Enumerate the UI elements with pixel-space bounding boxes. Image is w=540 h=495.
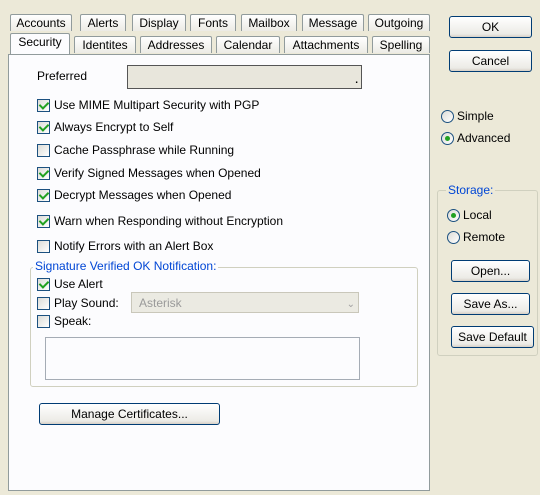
option-label: Cache Passphrase while Running [54,143,235,157]
radio[interactable] [447,208,460,222]
chevron-down-icon: ⌄ [346,299,355,310]
checkbox[interactable] [37,277,50,291]
option-label: Always Encrypt to Self [54,120,174,134]
play-sound[interactable]: Play Sound: [37,295,119,311]
sound-select-value: Asterisk [139,296,182,310]
tab-outgoing[interactable]: Outgoing [368,14,430,31]
storage-local-label: Local [463,208,492,222]
option-mime-pgp[interactable]: Use MIME Multipart Security with PGP [37,97,259,113]
chevron-down-icon: . [355,75,358,86]
tab-calendar[interactable]: Calendar [216,36,280,53]
tab-addresses[interactable]: Addresses [140,36,212,53]
checkbox[interactable] [37,98,50,112]
use-alert-label: Use Alert [54,277,103,291]
mode-simple-label: Simple [457,109,494,123]
ok-button[interactable]: OK [449,16,532,38]
sound-select[interactable]: Asterisk ⌄ [131,292,359,313]
option-warn-no-encryption[interactable]: Warn when Responding without Encryption [37,213,283,229]
tab-message[interactable]: Message [302,14,364,31]
checkbox[interactable] [37,239,50,253]
preferred-select[interactable]: . [127,65,362,89]
save-as-button[interactable]: Save As... [451,293,530,315]
tab-accounts[interactable]: Accounts [10,14,72,31]
radio[interactable] [441,109,454,123]
checkbox[interactable] [37,214,50,228]
option-verify-signed[interactable]: Verify Signed Messages when Opened [37,165,261,181]
option-label: Verify Signed Messages when Opened [54,166,261,180]
storage-local[interactable]: Local [447,207,492,223]
tab-security[interactable]: Security [10,33,70,54]
play-sound-label: Play Sound: [54,296,119,310]
tab-display[interactable]: Display [132,14,186,31]
use-alert[interactable]: Use Alert [37,276,103,292]
radio[interactable] [447,230,460,244]
tab-spelling[interactable]: Spelling [372,36,430,53]
option-notify-errors[interactable]: Notify Errors with an Alert Box [37,238,213,254]
radio[interactable] [441,131,454,145]
security-panel: Preferred . Use MIME Multipart Security … [8,54,430,491]
tab-attachments[interactable]: Attachments [284,36,368,53]
option-decrypt-opened[interactable]: Decrypt Messages when Opened [37,187,231,203]
mode-simple[interactable]: Simple [441,108,494,124]
option-label: Use MIME Multipart Security with PGP [54,98,260,112]
tab-alerts[interactable]: Alerts [80,14,126,31]
checkbox[interactable] [37,296,50,310]
option-label: Decrypt Messages when Opened [54,188,232,202]
checkbox[interactable] [37,120,50,134]
storage-remote-label: Remote [463,230,506,244]
speak[interactable]: Speak: [37,313,91,329]
checkbox[interactable] [37,143,50,157]
tab-identites[interactable]: Identites [74,36,136,53]
mode-advanced-label: Advanced [457,131,511,145]
checkbox[interactable] [37,166,50,180]
preferred-label: Preferred [37,69,88,83]
checkbox[interactable] [37,188,50,202]
storage-group-title: Storage: [446,183,496,197]
speak-text-field[interactable] [45,337,360,380]
cancel-button[interactable]: Cancel [449,50,532,72]
manage-certificates-button[interactable]: Manage Certificates... [39,403,220,425]
storage-remote[interactable]: Remote [447,229,505,245]
option-label: Notify Errors with an Alert Box [54,239,214,253]
tab-fonts[interactable]: Fonts [190,14,236,31]
option-encrypt-to-self[interactable]: Always Encrypt to Self [37,119,173,135]
mode-advanced[interactable]: Advanced [441,130,510,146]
speak-label: Speak: [54,314,92,328]
checkbox[interactable] [37,314,50,328]
option-cache-passphrase[interactable]: Cache Passphrase while Running [37,142,234,158]
tab-mailbox[interactable]: Mailbox [241,14,297,31]
open-button[interactable]: Open... [451,260,530,282]
option-label: Warn when Responding without Encryption [54,214,284,228]
save-default-button[interactable]: Save Default [451,326,534,348]
notification-group-title: Signature Verified OK Notification: [33,259,219,273]
